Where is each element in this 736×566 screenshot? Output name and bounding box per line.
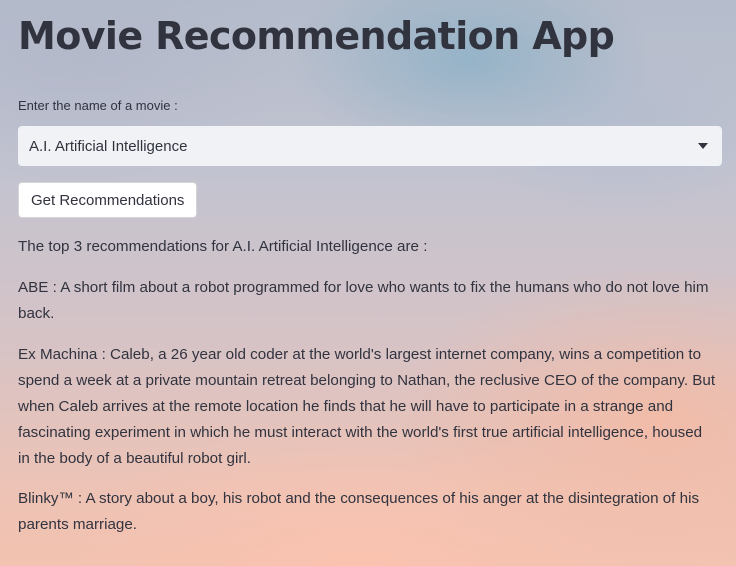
- page-title: Movie Recommendation App: [18, 14, 615, 58]
- recommendation-item: Blinky™ : A story about a boy, his robot…: [18, 490, 700, 533]
- recommendation-item: Ex Machina : Caleb, a 26 year old coder …: [18, 346, 716, 467]
- recommendations-intro: The top 3 recommendations for A.I. Artif…: [18, 238, 428, 255]
- get-recommendations-button[interactable]: Get Recommendations: [18, 182, 198, 218]
- movie-select-value: A.I. Artificial Intelligence: [29, 137, 188, 155]
- chevron-down-icon[interactable]: [698, 143, 708, 149]
- movie-select-label: Enter the name of a movie :: [18, 98, 178, 113]
- movie-select[interactable]: A.I. Artificial Intelligence: [18, 126, 722, 166]
- recommendation-item: ABE : A short film about a robot program…: [18, 279, 709, 322]
